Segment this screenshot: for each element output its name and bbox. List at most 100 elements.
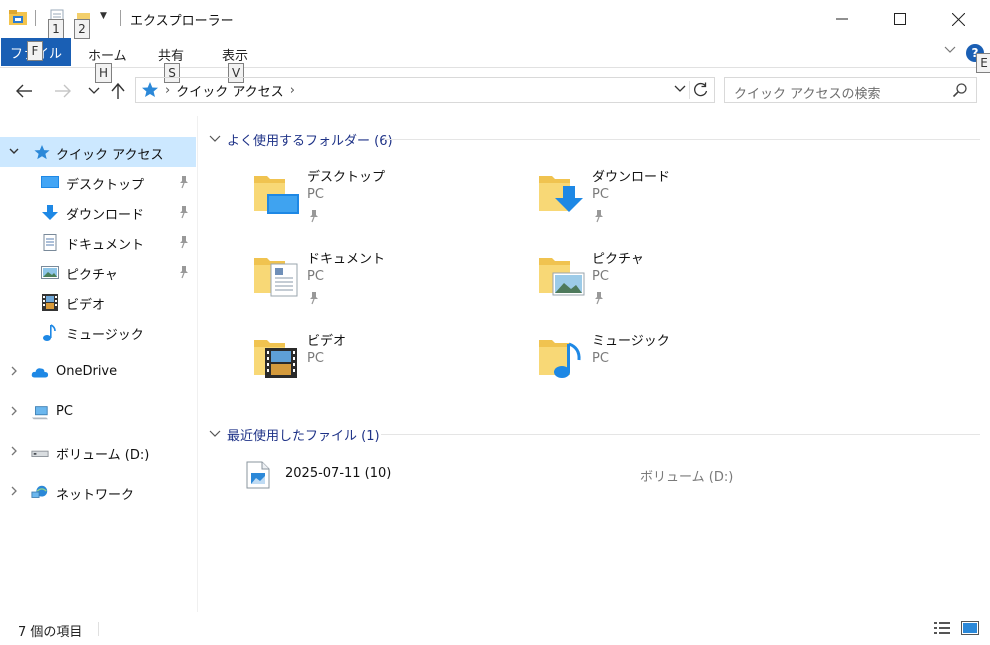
expand-ribbon-icon[interactable] — [943, 44, 957, 56]
breadcrumb-separator[interactable]: › — [165, 83, 170, 98]
picture-icon — [41, 266, 59, 279]
sidebar-item-label: ダウンロード — [66, 208, 145, 223]
maximize-icon — [894, 13, 906, 25]
folder-name: ミュージック — [592, 334, 670, 349]
folder-location: PC — [592, 269, 609, 284]
close-icon — [951, 12, 965, 26]
group-divider — [381, 434, 980, 435]
group-header-label: よく使用するフォルダー (6) — [227, 133, 393, 149]
folder-name: ダウンロード — [592, 170, 671, 185]
recent-file-name: 2025-07-11 (10) — [285, 466, 392, 481]
group-header-label: 最近使用したファイル (1) — [227, 428, 380, 444]
video-icon — [42, 294, 58, 311]
videos-folder-icon — [254, 340, 297, 378]
chevron-right-icon[interactable] — [8, 445, 20, 457]
folder-location: PC — [592, 351, 609, 366]
quick-access-star-icon — [34, 144, 50, 160]
chevron-right-icon[interactable] — [8, 485, 20, 497]
sidebar-item-desktop[interactable]: デスクトップ — [0, 167, 196, 197]
sidebar-item-pictures[interactable]: ピクチャ — [0, 257, 196, 287]
sidebar-item-label: クイック アクセス — [56, 148, 164, 163]
ribbon: ファイル F ホーム H 共有 S 表示 V ? E — [0, 38, 990, 83]
folder-tile-desktop[interactable]: デスクトップ PC — [251, 166, 511, 236]
recent-locations-button[interactable] — [83, 80, 105, 102]
sidebar-item-pc[interactable]: PC — [0, 397, 196, 427]
search-input[interactable]: クイック アクセスの検索 — [734, 83, 880, 102]
forward-arrow-icon — [55, 84, 71, 98]
documents-folder-icon — [254, 258, 298, 297]
back-button[interactable] — [13, 80, 35, 102]
chevron-down-icon — [88, 87, 100, 94]
recent-file-row[interactable]: 2025-07-11 (10) ボリューム (D:) — [244, 458, 984, 490]
group-header-recent[interactable]: 最近使用したファイル (1) — [209, 424, 380, 444]
address-history-dropdown-icon[interactable] — [674, 83, 686, 95]
chevron-down-icon — [209, 135, 221, 142]
title-bar: 1 2 ▼ エクスプローラー — [0, 0, 990, 39]
pin-icon[interactable] — [178, 205, 190, 219]
close-button[interactable] — [929, 0, 987, 38]
chevron-down-icon[interactable] — [8, 145, 20, 157]
tab-share[interactable]: 共有 — [158, 45, 184, 64]
tab-home[interactable]: ホーム — [88, 45, 127, 64]
forward-button[interactable] — [52, 80, 74, 102]
sidebar-item-onedrive[interactable]: OneDrive — [0, 357, 196, 387]
status-bar: 7 個の項目 — [0, 612, 990, 645]
refresh-icon[interactable] — [692, 81, 710, 99]
sidebar-item-label: ネットワーク — [56, 488, 135, 503]
search-box[interactable]: クイック アクセスの検索 — [724, 77, 977, 103]
music-icon — [43, 324, 56, 341]
pin-icon — [310, 292, 318, 305]
sidebar-item-documents[interactable]: ドキュメント — [0, 227, 196, 257]
downloads-folder-icon — [539, 176, 583, 212]
sidebar-item-videos[interactable]: ビデオ — [0, 287, 196, 317]
breadcrumb-quick-access[interactable]: クイック アクセス — [176, 81, 283, 100]
address-bar[interactable]: › クイック アクセス › — [135, 77, 715, 103]
folder-tile-downloads[interactable]: ダウンロード PC — [536, 166, 796, 236]
pin-icon — [595, 210, 603, 223]
sidebar-item-volume-d[interactable]: ボリューム (D:) — [0, 437, 196, 467]
group-divider — [384, 139, 980, 140]
file-explorer-icon[interactable] — [9, 10, 27, 26]
desktop-folder-icon — [254, 176, 299, 214]
recent-file-location: ボリューム (D:) — [640, 470, 734, 485]
folder-tile-videos[interactable]: ビデオ PC — [251, 330, 511, 400]
chevron-right-icon[interactable] — [8, 365, 20, 377]
image-file-icon — [246, 461, 270, 489]
network-icon — [31, 485, 48, 498]
sidebar-item-label: OneDrive — [56, 364, 118, 379]
desktop-icon — [41, 176, 59, 188]
document-icon — [43, 234, 57, 251]
folder-tile-documents[interactable]: ドキュメント PC — [251, 248, 511, 318]
folder-tile-pictures[interactable]: ピクチャ PC — [536, 248, 796, 318]
quick-access-separator — [35, 10, 36, 26]
details-view-icon[interactable] — [933, 620, 951, 636]
up-arrow-icon — [111, 82, 125, 99]
search-icon[interactable] — [952, 82, 968, 98]
group-header-frequent[interactable]: よく使用するフォルダー (6) — [209, 129, 393, 149]
pin-icon[interactable] — [178, 175, 190, 189]
customize-quick-access-icon[interactable]: ▼ — [100, 11, 107, 21]
breadcrumb-separator[interactable]: › — [290, 83, 295, 98]
content-pane: よく使用するフォルダー (6) デスクトップ PC ダウンロード PC ドキュメ… — [199, 116, 990, 612]
tab-view[interactable]: 表示 — [222, 45, 248, 64]
pin-icon[interactable] — [178, 265, 190, 279]
sidebar-item-quick-access[interactable]: クイック アクセス — [0, 137, 196, 167]
keytip-file: F — [27, 41, 43, 61]
sidebar-item-label: デスクトップ — [66, 178, 145, 193]
up-button[interactable] — [107, 80, 129, 102]
maximize-button[interactable] — [871, 0, 929, 38]
sidebar-item-label: ピクチャ — [66, 268, 118, 283]
sidebar-item-network[interactable]: ネットワーク — [0, 477, 196, 507]
folder-name: ビデオ — [307, 334, 347, 349]
sidebar-item-music[interactable]: ミュージック — [0, 317, 196, 347]
folder-location: PC — [307, 269, 324, 284]
window-title: エクスプローラー — [130, 14, 234, 29]
pictures-folder-icon — [539, 258, 585, 296]
sidebar-item-downloads[interactable]: ダウンロード — [0, 197, 196, 227]
chevron-right-icon[interactable] — [8, 405, 20, 417]
folder-tile-music[interactable]: ミュージック PC — [536, 330, 796, 400]
large-icons-view-icon[interactable] — [961, 620, 979, 636]
minimize-button[interactable] — [813, 0, 871, 38]
chevron-down-icon — [209, 430, 221, 437]
pin-icon[interactable] — [178, 235, 190, 249]
